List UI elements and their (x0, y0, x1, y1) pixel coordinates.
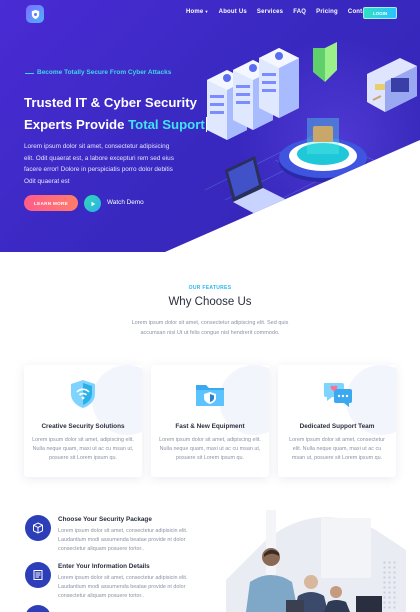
form-icon (25, 562, 51, 588)
play-icon[interactable] (84, 195, 101, 212)
card-description: Lorem ipsum dolor sit amet, adipiscing e… (159, 437, 261, 462)
main-nav: Home▼ About Us Services FAQ Pricing Cont… (186, 9, 382, 15)
step-icon (25, 605, 51, 612)
step-title: Choose Your Security Package (58, 516, 152, 523)
card-title: Creative Security Solutions (41, 423, 125, 430)
hero-description: Lorem ipsum dolor sit amet, consectetur … (24, 143, 174, 185)
card-description: Lorem ipsum dolor sit amet, consectetur … (289, 437, 385, 462)
folder-shield-icon (196, 385, 224, 406)
learn-more-button[interactable]: LEARN MORE (24, 195, 78, 211)
shield-wifi-icon (71, 380, 95, 408)
nav-services[interactable]: Services (257, 9, 283, 15)
feature-card-support[interactable]: Dedicated Support Team Lorem ipsum dolor… (278, 365, 396, 477)
headline-line-1: Trusted IT & Cyber Security (24, 95, 197, 110)
nav-home[interactable]: Home▼ (186, 9, 209, 15)
nav-about[interactable]: About Us (219, 9, 247, 15)
login-button[interactable]: LOGIN (363, 7, 397, 19)
chevron-down-icon: ▼ (204, 9, 209, 14)
team-photo (226, 510, 406, 612)
features-label: OUR FEATURES (188, 285, 232, 291)
tagline-line (25, 73, 34, 74)
step-title: Enter Your Information Details (58, 563, 150, 570)
hero-tagline: Become Totally Secure From Cyber Attacks (37, 69, 172, 76)
nav-pricing[interactable]: Pricing (316, 9, 338, 15)
headline-line-2-text: Experts Provide (24, 117, 129, 132)
nav-home-label: Home (186, 9, 204, 15)
step-description: Lorem ipsum dolor sit amet, consectetur … (58, 528, 188, 553)
card-title: Dedicated Support Team (299, 423, 375, 430)
features-title: Why Choose Us (168, 296, 252, 308)
logo-icon[interactable] (26, 5, 44, 23)
headline-accent: Total Suport (128, 117, 207, 132)
hero-headline: Trusted IT & Cyber Security Experts Prov… (24, 92, 207, 136)
card-title: Fast & New Equipment (175, 423, 245, 430)
dot-pattern (382, 560, 398, 610)
step-description: Lorem ipsum dolor sit amet, consectetur … (58, 575, 188, 600)
card-description: Lorem ipsum dolor sit amet, adipiscing e… (32, 437, 134, 462)
chat-heart-icon (324, 383, 352, 407)
headline-line-2: Experts Provide Total Suport (24, 114, 207, 136)
feature-card-security[interactable]: Creative Security Solutions Lorem ipsum … (24, 365, 142, 477)
cyber-security-illustration (204, 42, 420, 230)
package-icon (25, 515, 51, 541)
watch-demo-link[interactable]: Watch Demo (107, 199, 144, 206)
features-description: Lorem ipsum dolor sit amet, consectetur … (131, 320, 289, 336)
feature-card-equipment[interactable]: Fast & New Equipment Lorem ipsum dolor s… (151, 365, 269, 477)
nav-faq[interactable]: FAQ (293, 9, 306, 15)
